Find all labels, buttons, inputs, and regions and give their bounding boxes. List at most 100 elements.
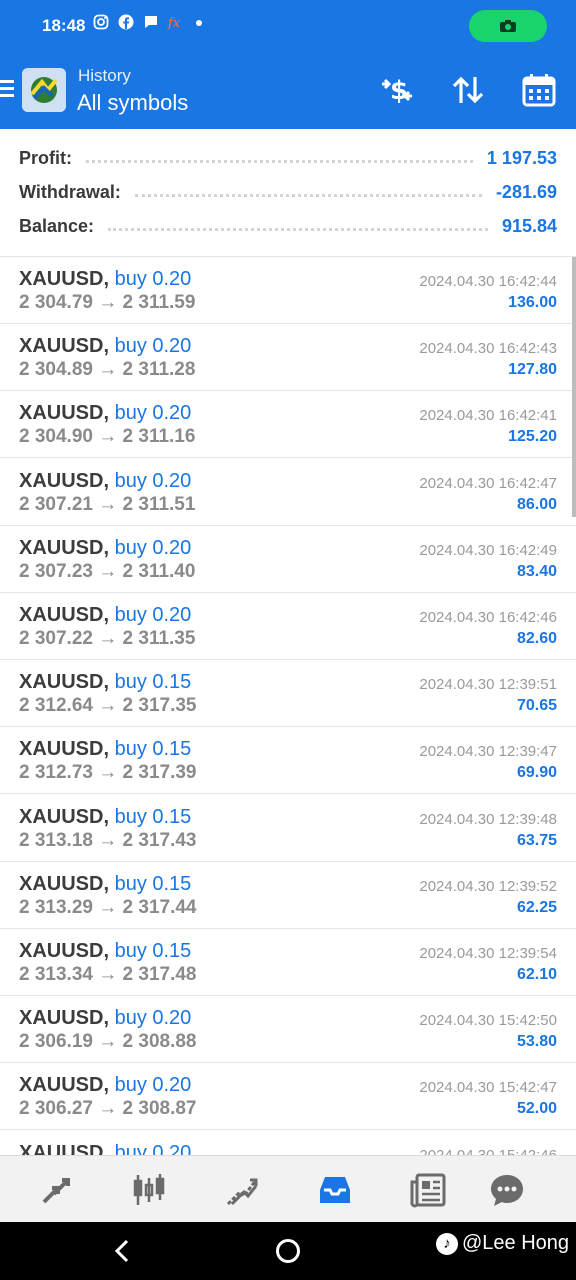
- deal-prices: 2 313.18 → 2 317.43: [19, 830, 197, 852]
- deal-side: buy 0.20: [114, 1074, 192, 1097]
- deal-time: 2024.04.30 12:39:52: [419, 877, 557, 895]
- open-price: 2 304.79: [19, 292, 93, 313]
- deal-side: buy 0.20: [114, 268, 192, 290]
- scrollbar[interactable]: [572, 257, 576, 517]
- nav-trade[interactable]: [220, 1168, 264, 1212]
- deal-symbol: XAUUSD, buy 0.20: [19, 335, 191, 358]
- close-price: 2 311.28: [122, 359, 196, 381]
- quotes-icon: [42, 1178, 70, 1204]
- deal-time: 2024.04.30 12:39:54: [419, 945, 557, 962]
- facebook-icon: [117, 14, 134, 31]
- deal-side: buy 0.20: [114, 335, 192, 358]
- deal-profit: 63.75: [516, 831, 557, 849]
- deal-row[interactable]: XAUUSD, buy 0.20 2 304.89 → 2 311.28 2024.…: [0, 324, 576, 392]
- nav-chart[interactable]: [127, 1168, 171, 1212]
- deal-symbol: XAUUSD, buy 0.15: [19, 873, 191, 896]
- deal-symbol-text: XAUUSD,: [19, 872, 110, 895]
- deal-prices: 2 312.64 → 2 317.35: [19, 695, 197, 717]
- deal-list[interactable]: XAUUSD, buy 0.20 2 304.79 → 2 311.59 2024.…: [0, 257, 576, 1155]
- deal-time: 2024.04.30 16:42:47: [419, 474, 557, 492]
- deal-row[interactable]: XAUUSD, buy 0.15 2 312.64 → 2 317.35 2024.…: [0, 660, 576, 728]
- nav-chat[interactable]: [485, 1168, 529, 1212]
- leader-dots: [108, 227, 488, 231]
- deal-time: 2024.04.30 12:39:47: [419, 743, 557, 761]
- status-time: 18:48: [42, 16, 86, 35]
- deal-row[interactable]: XAUUSD, buy 0.20 2 306.19 → 2 308.88 2024.…: [0, 996, 576, 1064]
- deal-prices: 2 307.23 → 2 311.40: [19, 561, 195, 583]
- dot-icon: [196, 19, 202, 26]
- instagram-icon: [92, 14, 109, 31]
- price-arrow: →: [98, 762, 118, 784]
- deal-time: 2024.04.30 16:42:49: [419, 541, 557, 559]
- deal-symbol-text: XAUUSD,: [19, 536, 110, 559]
- deal-row[interactable]: XAUUSD, buy 0.20 2 307.21 → 2 311.51 2024.…: [0, 459, 576, 526]
- deal-row[interactable]: XAUUSD, buy 0.20 2 306.27 → 2 308.87 2024.…: [0, 1063, 576, 1131]
- deal-row[interactable]: XAUUSD, buy 0.20 2 304.90 → 2 311.16 2024.…: [0, 391, 576, 459]
- deal-side: buy 0.15: [114, 940, 192, 962]
- deal-symbol: XAUUSD, buy 0.15: [19, 671, 191, 694]
- deal-prices: 2 306.27 → 2 308.87: [19, 1098, 197, 1120]
- calendar-button[interactable]: [519, 70, 559, 110]
- deal-symbol: XAUUSD, buy 0.15: [19, 806, 191, 829]
- svg-text:$: $: [390, 76, 408, 106]
- leader-dots: [134, 193, 482, 197]
- deal-row[interactable]: XAUUSD, buy 0.20 2024.04.30 15:42:46: [0, 1131, 576, 1155]
- deposit-dollar-icon: $: [382, 76, 412, 106]
- deal-row[interactable]: XAUUSD, buy 0.20 2 307.22 → 2 311.35 2024.…: [0, 593, 576, 660]
- deal-symbol-text: XAUUSD,: [19, 738, 110, 761]
- price-arrow: →: [98, 964, 118, 985]
- deal-time: 2024.04.30 16:42:44: [419, 273, 557, 290]
- account-summary: Profit: 1 197.53 Withdrawal: -281.69 Bal…: [0, 129, 576, 257]
- close-price: 2 311.35: [122, 628, 196, 649]
- deal-row[interactable]: XAUUSD, buy 0.15 2 312.73 → 2 317.39 2024.…: [0, 727, 576, 795]
- system-navigation-bar: ♪ @Lee Hong: [0, 1222, 576, 1280]
- open-price: 2 313.18: [19, 829, 93, 851]
- deal-row[interactable]: XAUUSD, buy 0.15 2 313.34 → 2 317.48 2024.…: [0, 929, 576, 996]
- nav-news[interactable]: [406, 1168, 450, 1212]
- deal-time: 2024.04.30 15:42:46: [419, 1147, 557, 1155]
- home-button[interactable]: [276, 1239, 300, 1263]
- nav-quotes[interactable]: [34, 1168, 78, 1212]
- chart-icon: [133, 1174, 165, 1205]
- deal-symbol-text: XAUUSD,: [19, 1074, 110, 1097]
- close-price: 2 311.51: [122, 493, 196, 515]
- deposit-button[interactable]: $: [377, 70, 417, 110]
- deal-prices: 2 304.89 → 2 311.28: [19, 359, 195, 381]
- deal-row[interactable]: XAUUSD, buy 0.15 2 313.29 → 2 317.44 2024.…: [0, 862, 576, 929]
- back-icon[interactable]: [112, 1238, 132, 1264]
- nav-history[interactable]: [313, 1168, 357, 1212]
- deal-symbol: XAUUSD, buy 0.20: [19, 470, 191, 493]
- symbol-filter[interactable]: All symbols: [77, 90, 188, 116]
- close-price: 2 308.88: [122, 1031, 197, 1053]
- deal-symbol-text: XAUUSD,: [19, 1007, 110, 1030]
- profit-label: Profit:: [19, 147, 72, 168]
- close-price: 2 317.35: [122, 695, 197, 717]
- deal-symbol: XAUUSD, buy 0.20: [19, 604, 191, 627]
- menu-icon[interactable]: [0, 80, 14, 98]
- status-notification-icons: fx: [92, 14, 202, 31]
- deal-prices: 2 313.34 → 2 317.48: [19, 964, 197, 986]
- deal-side: buy 0.20: [114, 604, 192, 626]
- price-arrow: →: [98, 560, 118, 582]
- deal-prices: 2 313.29 → 2 317.44: [19, 897, 197, 919]
- sort-button[interactable]: [448, 70, 488, 110]
- deal-symbol: XAUUSD, buy 0.15: [19, 738, 191, 761]
- deal-prices: 2 304.90 → 2 311.16: [19, 426, 195, 448]
- fx-icon: fx: [167, 14, 184, 31]
- svg-text:fx: fx: [167, 16, 181, 30]
- close-price: 2 317.43: [122, 829, 197, 851]
- deal-side: buy 0.15: [114, 738, 192, 761]
- deal-profit: 62.10: [516, 966, 557, 983]
- deal-row[interactable]: XAUUSD, buy 0.15 2 313.18 → 2 317.43 2024.…: [0, 795, 576, 862]
- price-arrow: →: [98, 1031, 118, 1053]
- tiktok-icon: ♪: [436, 1232, 458, 1255]
- calendar-icon: [522, 74, 556, 107]
- deal-row[interactable]: XAUUSD, buy 0.20 2 307.23 → 2 311.40 2024.…: [0, 526, 576, 593]
- deal-symbol-text: XAUUSD,: [19, 604, 110, 626]
- screenshot-button[interactable]: [469, 10, 547, 42]
- price-arrow: →: [98, 896, 118, 918]
- deal-row[interactable]: XAUUSD, buy 0.20 2 304.79 → 2 311.59 2024.…: [0, 257, 576, 324]
- price-arrow: →: [98, 628, 118, 649]
- history-icon: [320, 1177, 350, 1203]
- open-price: 2 313.34: [19, 964, 93, 985]
